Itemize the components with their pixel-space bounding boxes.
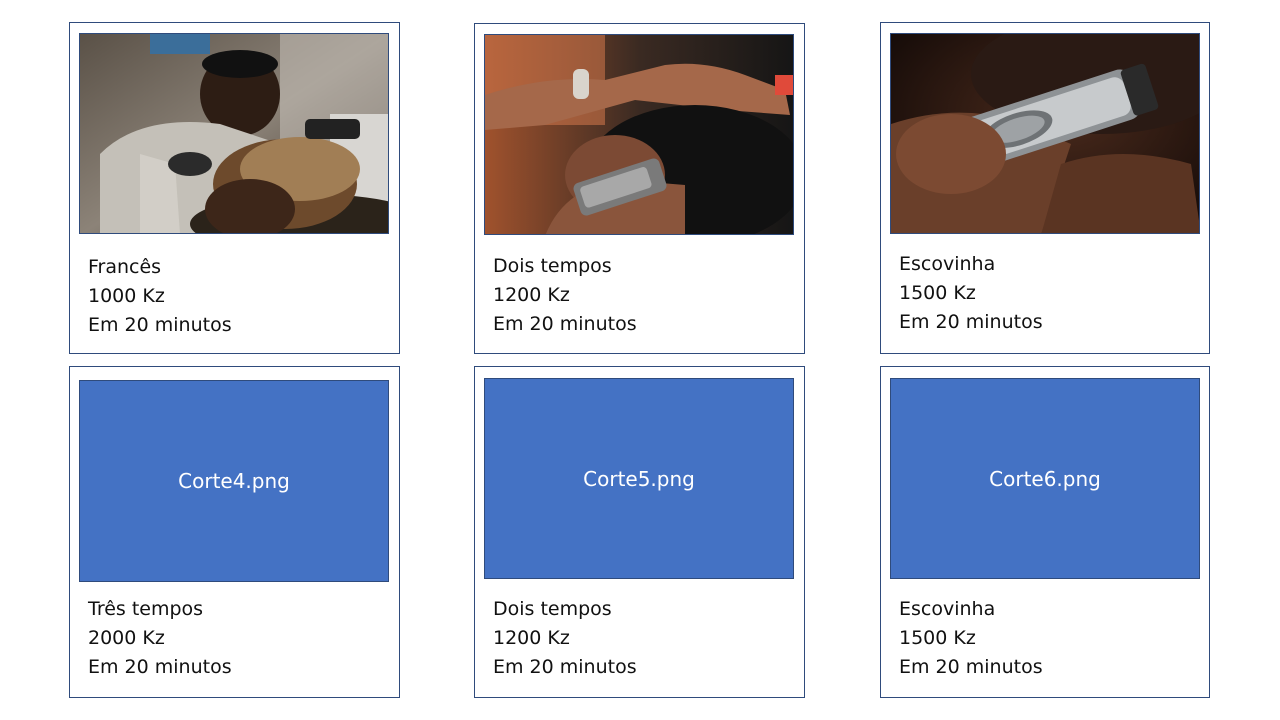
image-placeholder-label: Corte4.png — [178, 469, 290, 493]
service-name: Dois tempos — [493, 255, 612, 277]
barber-fade-photo — [80, 34, 388, 233]
service-info: Dois tempos 1200 Kz Em 20 minutos — [493, 252, 637, 339]
service-card-tres-tempos[interactable]: Corte4.png Três tempos 2000 Kz Em 20 min… — [69, 366, 400, 698]
service-card-escovinha[interactable]: Escovinha 1500 Kz Em 20 minutos — [880, 22, 1210, 354]
service-price: 1500 Kz — [899, 627, 976, 649]
service-card-escovinha-2[interactable]: Corte6.png Escovinha 1500 Kz Em 20 minut… — [880, 366, 1210, 698]
service-name: Dois tempos — [493, 598, 612, 620]
service-duration: Em 20 minutos — [88, 656, 232, 678]
service-duration: Em 20 minutos — [493, 313, 637, 335]
service-name: Escovinha — [899, 598, 996, 620]
service-duration: Em 20 minutos — [493, 656, 637, 678]
service-price: 1500 Kz — [899, 282, 976, 304]
service-card-frances[interactable]: Francês 1000 Kz Em 20 minutos — [69, 22, 400, 354]
clipper-closeup-photo — [891, 34, 1199, 233]
service-image-photo — [890, 33, 1200, 234]
service-price: 1200 Kz — [493, 627, 570, 649]
service-duration: Em 20 minutos — [899, 311, 1043, 333]
service-info: Dois tempos 1200 Kz Em 20 minutos — [493, 595, 637, 682]
service-info: Francês 1000 Kz Em 20 minutos — [88, 253, 232, 340]
service-duration: Em 20 minutos — [88, 314, 232, 336]
service-image-photo — [79, 33, 389, 234]
image-placeholder-label: Corte5.png — [583, 466, 695, 491]
service-name: Escovinha — [899, 253, 996, 275]
service-info: Escovinha 1500 Kz Em 20 minutos — [899, 595, 1043, 682]
service-price: 1200 Kz — [493, 284, 570, 306]
service-name: Três tempos — [88, 598, 204, 620]
image-placeholder: Corte5.png — [484, 378, 794, 579]
service-duration: Em 20 minutos — [899, 656, 1043, 678]
image-placeholder: Corte4.png — [79, 380, 389, 582]
service-name: Francês — [88, 256, 162, 278]
service-image-photo — [484, 34, 794, 235]
service-info: Três tempos 2000 Kz Em 20 minutos — [88, 595, 232, 682]
service-info: Escovinha 1500 Kz Em 20 minutos — [899, 250, 1043, 337]
barber-clipper-photo — [485, 35, 793, 234]
service-card-dois-tempos-2[interactable]: Corte5.png Dois tempos 1200 Kz Em 20 min… — [474, 366, 805, 698]
image-placeholder: Corte6.png — [890, 378, 1200, 579]
image-placeholder-label: Corte6.png — [989, 466, 1101, 491]
service-price: 2000 Kz — [88, 627, 165, 649]
service-price: 1000 Kz — [88, 285, 165, 307]
service-card-dois-tempos[interactable]: Dois tempos 1200 Kz Em 20 minutos — [474, 23, 805, 354]
